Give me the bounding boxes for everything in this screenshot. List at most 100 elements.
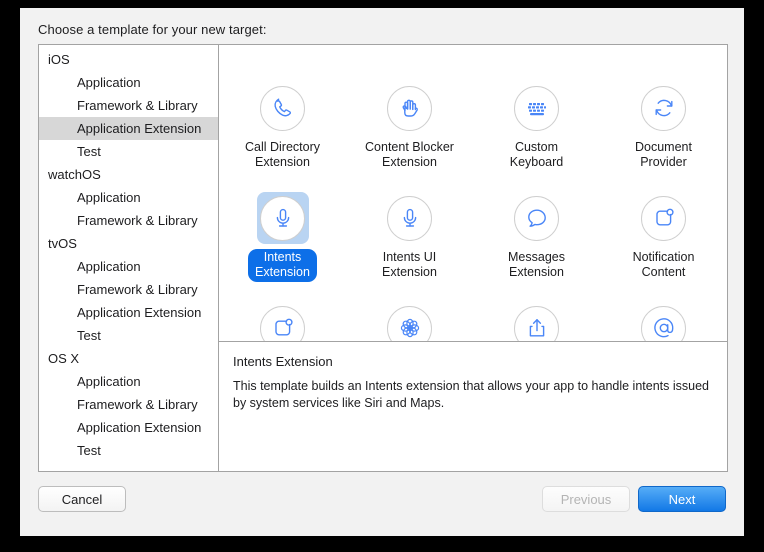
sidebar-group-label: OS X	[48, 351, 79, 366]
sidebar-item-application-extension[interactable]: Application Extension	[39, 416, 218, 439]
flower-rosette-icon	[387, 306, 432, 343]
sidebar-group-watchos[interactable]: watchOS	[39, 163, 218, 186]
template-tile-label: Extension	[502, 45, 571, 47]
sidebar-item-application[interactable]: Application	[39, 186, 218, 209]
template-tile-notification-content[interactable]: Notification Content	[600, 186, 727, 296]
template-tile-label: Upload	[637, 45, 691, 47]
sidebar-item-label: Framework & Library	[77, 98, 198, 113]
template-icon-container	[511, 302, 563, 342]
template-icon-container	[511, 82, 563, 134]
sidebar-item-test[interactable]: Test	[39, 324, 218, 347]
keyboard-icon	[514, 86, 559, 131]
sidebar-item-test[interactable]: Test	[39, 140, 218, 163]
sidebar-item-label: Application	[77, 190, 141, 205]
template-tile-custom-keyboard[interactable]: Custom Keyboard	[473, 76, 600, 186]
platform-sidebar[interactable]: iOS Application Framework & Library Applica…	[39, 45, 219, 471]
template-tile-upload[interactable]: Upload	[600, 45, 727, 76]
template-tile-intents-ui-extension[interactable]: Intents UI Extension	[346, 186, 473, 296]
description-title: Intents Extension	[233, 354, 713, 369]
sidebar-item-label: Framework & Library	[77, 213, 198, 228]
template-chooser-dialog: Choose a template for your new target: i…	[20, 8, 744, 536]
template-tile-label: Call Directory Extension	[238, 139, 327, 172]
sidebar-item-framework-library[interactable]: Framework & Library	[39, 278, 218, 301]
microphone-icon	[260, 196, 305, 241]
sidebar-item-framework-library[interactable]: Framework & Library	[39, 94, 218, 117]
sidebar-group-label: tvOS	[48, 236, 77, 251]
template-icon-container	[384, 302, 436, 342]
template-icon-container	[384, 192, 436, 244]
template-tile-label: Document Provider	[628, 139, 699, 172]
sidebar-item-label: Application Extension	[77, 420, 201, 435]
template-grid-row: Call Directory Extension Content Blocker …	[219, 76, 727, 186]
template-tile-call-directory-extension[interactable]: Call Directory Extension	[219, 76, 346, 186]
template-grid-row: Notification ServicePhoto Editing Extens…	[219, 296, 727, 342]
sidebar-group-os-x[interactable]: OS X	[39, 347, 218, 370]
sidebar-group-tvos[interactable]: tvOS	[39, 232, 218, 255]
sidebar-item-application-extension[interactable]: Application Extension	[39, 117, 218, 140]
template-tile-label: Custom Keyboard	[503, 139, 571, 172]
template-tile-label: Extension	[248, 45, 317, 47]
template-grid: Extension Extension Extension Upload Call Di…	[219, 45, 727, 342]
sidebar-group-ios[interactable]: iOS	[39, 48, 218, 71]
template-icon-container	[384, 82, 436, 134]
template-tile-content-blocker-extension[interactable]: Content Blocker Extension	[346, 76, 473, 186]
template-tile-label: Extension	[375, 45, 444, 47]
template-tile-label: Messages Extension	[501, 249, 572, 282]
sidebar-item-test[interactable]: Test	[39, 439, 218, 462]
template-icon-container	[638, 82, 690, 134]
template-tile-extension[interactable]: Extension	[219, 45, 346, 76]
hand-icon	[387, 86, 432, 131]
template-grid-row: Extension Extension Extension Upload	[219, 45, 727, 76]
template-pane: Extension Extension Extension Upload Call Di…	[219, 45, 727, 471]
template-grid-scroll[interactable]: Extension Extension Extension Upload Call Di…	[219, 45, 727, 342]
template-icon-container	[638, 192, 690, 244]
sidebar-item-framework-library[interactable]: Framework & Library	[39, 209, 218, 232]
sidebar-item-framework-library[interactable]: Framework & Library	[39, 393, 218, 416]
template-tile-share-extension[interactable]: Share Extension	[473, 296, 600, 342]
template-tile-extension[interactable]: Extension	[473, 45, 600, 76]
sidebar-item-label: Test	[77, 328, 101, 343]
content-panel: iOS Application Framework & Library Applica…	[38, 44, 728, 472]
sidebar-item-application[interactable]: Application	[39, 71, 218, 94]
template-description-panel: Intents Extension This template builds a…	[219, 342, 727, 471]
sidebar-group-label: watchOS	[48, 167, 101, 182]
cancel-button[interactable]: Cancel	[38, 486, 126, 512]
at-sign-icon	[641, 306, 686, 343]
template-icon-container	[257, 302, 309, 342]
sidebar-item-application-extension[interactable]: Application Extension	[39, 301, 218, 324]
template-tile-notification-service[interactable]: Notification Service	[219, 296, 346, 342]
template-tile-document-provider[interactable]: Document Provider	[600, 76, 727, 186]
sidebar-item-label: Framework & Library	[77, 397, 198, 412]
template-tile-messages-extension[interactable]: Messages Extension	[473, 186, 600, 296]
template-tile-extension[interactable]: Extension	[346, 45, 473, 76]
template-tile-label: Intents UI Extension	[375, 249, 444, 282]
template-tile-label: Notification Content	[626, 249, 702, 282]
sidebar-item-application[interactable]: Application	[39, 255, 218, 278]
notification-badge-icon	[641, 196, 686, 241]
template-icon-container	[511, 192, 563, 244]
sidebar-item-label: Test	[77, 443, 101, 458]
template-tile-intents-extension[interactable]: Intents Extension	[219, 186, 346, 296]
sidebar-group-label: iOS	[48, 52, 70, 67]
template-tile-photo-editing-extension[interactable]: Photo Editing Extension	[346, 296, 473, 342]
sidebar-item-label: Application Extension	[77, 305, 201, 320]
phone-icon	[260, 86, 305, 131]
sync-arrows-icon	[641, 86, 686, 131]
sidebar-item-label: Application	[77, 374, 141, 389]
sidebar-item-application[interactable]: Application	[39, 370, 218, 393]
previous-button[interactable]: Previous	[542, 486, 630, 512]
sidebar-item-label: Application Extension	[77, 121, 201, 136]
microphone-icon	[387, 196, 432, 241]
template-icon-container	[257, 192, 309, 244]
template-tile-label: Intents Extension	[248, 249, 317, 282]
dialog-footer: Cancel Previous Next	[20, 472, 744, 536]
sidebar-item-label: Application	[77, 259, 141, 274]
share-arrow-icon	[514, 306, 559, 343]
speech-bubble-icon	[514, 196, 559, 241]
notification-badge-icon	[260, 306, 305, 343]
next-button[interactable]: Next	[638, 486, 726, 512]
sidebar-item-label: Application	[77, 75, 141, 90]
description-body: This template builds an Intents extensio…	[233, 378, 713, 412]
sidebar-item-label: Test	[77, 144, 101, 159]
template-tile-shared-links-extension[interactable]: Shared Links Extension	[600, 296, 727, 342]
